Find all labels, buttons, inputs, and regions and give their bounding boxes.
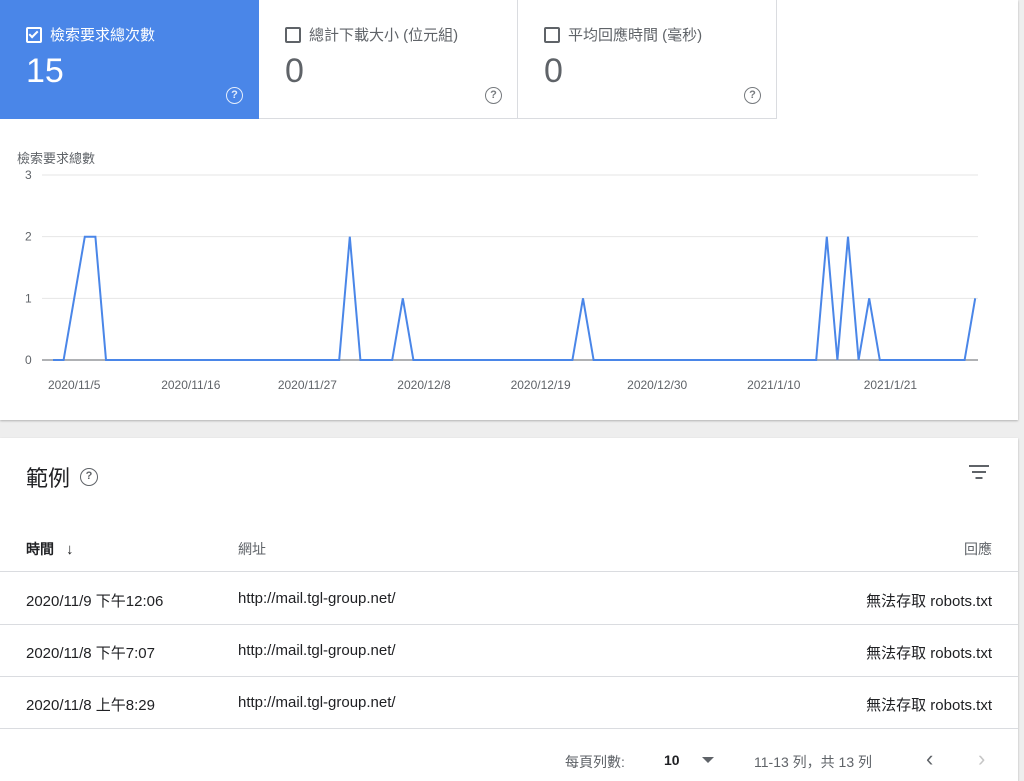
x-tick-label: 2020/12/30: [627, 378, 687, 392]
checkbox-unchecked-icon[interactable]: [285, 26, 301, 43]
column-header-time[interactable]: 時間 ↓: [26, 539, 74, 559]
help-icon[interactable]: ?: [226, 87, 243, 104]
cell-response: 無法存取 robots.txt: [866, 593, 992, 610]
cell-url: http://mail.tgl-group.net/: [238, 642, 396, 659]
metric-value: 0: [544, 52, 563, 90]
cell-url: http://mail.tgl-group.net/: [238, 590, 396, 607]
y-tick-label: 0: [25, 353, 32, 367]
x-tick-label: 2020/12/19: [511, 378, 571, 392]
help-icon[interactable]: ?: [744, 87, 761, 104]
y-tick-label: 3: [25, 168, 32, 182]
metric-value: 15: [26, 52, 64, 90]
metrics-card: 檢索要求總次數 15 ? 總計下載大小 (位元組) 0 ? 平均回應時間 (毫秒…: [0, 0, 1018, 420]
column-header-url[interactable]: 網址: [238, 539, 266, 559]
help-icon[interactable]: ?: [485, 87, 502, 104]
y-tick-label: 1: [25, 291, 32, 305]
dropdown-caret-icon: [701, 757, 714, 763]
x-tick-label: 2021/1/21: [864, 378, 918, 392]
x-tick-label: 2020/12/8: [397, 378, 451, 392]
rows-per-page-label: 每頁列數:: [565, 754, 625, 770]
metric-label: 總計下載大小 (位元組): [309, 27, 459, 44]
prev-page-icon[interactable]: ‹: [926, 746, 933, 772]
table-row[interactable]: 2020/11/8 下午7:07 http://mail.tgl-group.n…: [0, 625, 1018, 677]
cell-response: 無法存取 robots.txt: [866, 697, 992, 714]
table-row[interactable]: 2020/11/8 上午8:29 http://mail.tgl-group.n…: [0, 677, 1018, 729]
metric-total-requests[interactable]: 檢索要求總次數 15 ?: [0, 0, 259, 119]
cell-url: http://mail.tgl-group.net/: [238, 694, 396, 711]
cell-response: 無法存取 robots.txt: [866, 645, 992, 662]
sort-down-arrow-icon: ↓: [66, 540, 74, 558]
metric-label: 平均回應時間 (毫秒): [568, 27, 703, 44]
table-header: 時間 ↓ 網址 回應: [0, 518, 1018, 572]
metric-avg-response-time[interactable]: 平均回應時間 (毫秒) 0 ?: [518, 0, 777, 119]
examples-card: 範例 ? 時間 ↓ 網址 回應 2020/11/9 下午12:06 http:/…: [0, 438, 1018, 781]
help-icon[interactable]: ?: [80, 468, 99, 486]
column-header-response[interactable]: 回應: [964, 539, 992, 559]
filter-icon[interactable]: [968, 463, 990, 481]
x-tick-label: 2020/11/27: [278, 378, 337, 392]
metric-total-download-size[interactable]: 總計下載大小 (位元組) 0 ?: [259, 0, 518, 119]
y-tick-label: 2: [25, 230, 32, 244]
x-tick-label: 2020/11/5: [48, 378, 101, 392]
cell-time: 2020/11/8 下午7:07: [26, 645, 155, 662]
x-tick-label: 2020/11/16: [161, 378, 220, 392]
line-chart: 0 1 2 3 2020/11/5 2020/11/16 2020/11/27 2020/12…: [25, 168, 978, 392]
table-row[interactable]: 2020/11/9 下午12:06 http://mail.tgl-group.…: [0, 573, 1018, 625]
cell-time: 2020/11/9 下午12:06: [26, 593, 164, 610]
metric-tabs: 檢索要求總次數 15 ? 總計下載大小 (位元組) 0 ? 平均回應時間 (毫秒…: [0, 0, 777, 119]
checkbox-unchecked-icon[interactable]: [544, 26, 560, 43]
metric-value: 0: [285, 52, 304, 90]
cell-time: 2020/11/8 上午8:29: [26, 697, 155, 714]
examples-title: 範例: [26, 466, 71, 491]
checkbox-checked-icon[interactable]: [26, 26, 42, 43]
pagination: 每頁列數: 10 11-13 列，共 13 列 ‹ ›: [0, 738, 1018, 781]
metric-label: 檢索要求總次數: [50, 27, 156, 44]
requests-chart: 檢索要求總數 0 1 2 3 2020/11/5 2020/11/16 2020/11/27…: [0, 119, 1018, 419]
rows-per-page-select[interactable]: 10: [664, 752, 714, 768]
next-page-icon[interactable]: ›: [978, 746, 985, 772]
page-range: 11-13 列，共 13 列: [754, 754, 873, 770]
x-tick-label: 2021/1/10: [747, 378, 801, 392]
